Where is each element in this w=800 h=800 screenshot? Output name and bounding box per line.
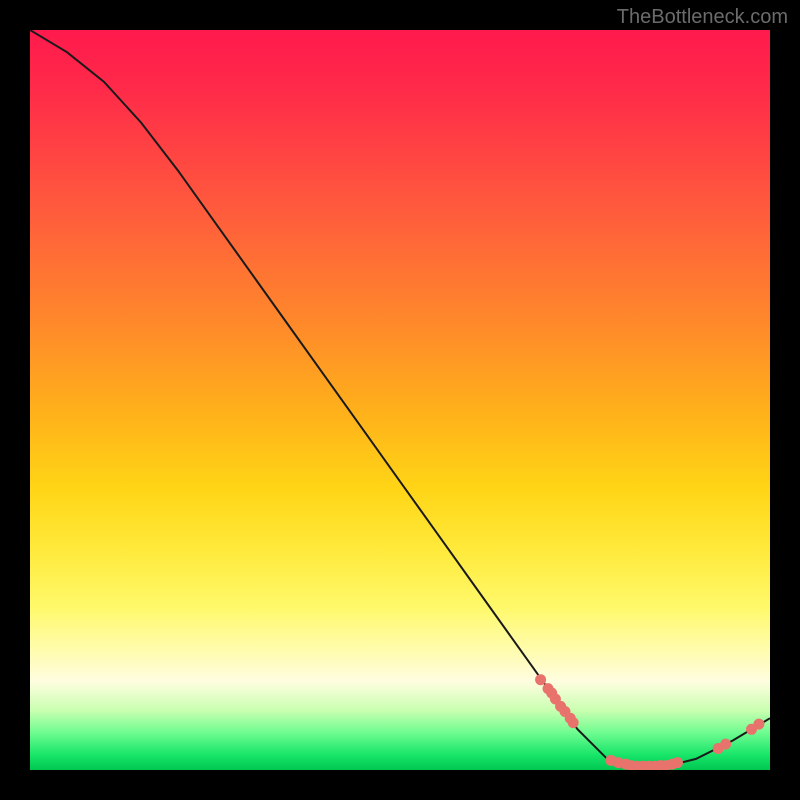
watermark-text: TheBottleneck.com: [617, 6, 788, 29]
data-point-marker: [535, 674, 546, 685]
chart-frame: TheBottleneck.com: [0, 0, 800, 800]
data-point-marker: [720, 739, 731, 750]
plot-area: [30, 30, 770, 770]
data-markers: [535, 674, 764, 770]
bottleneck-curve: [30, 30, 770, 766]
data-point-marker: [672, 757, 683, 768]
chart-svg: [30, 30, 770, 770]
data-point-marker: [753, 719, 764, 730]
data-point-marker: [568, 717, 579, 728]
